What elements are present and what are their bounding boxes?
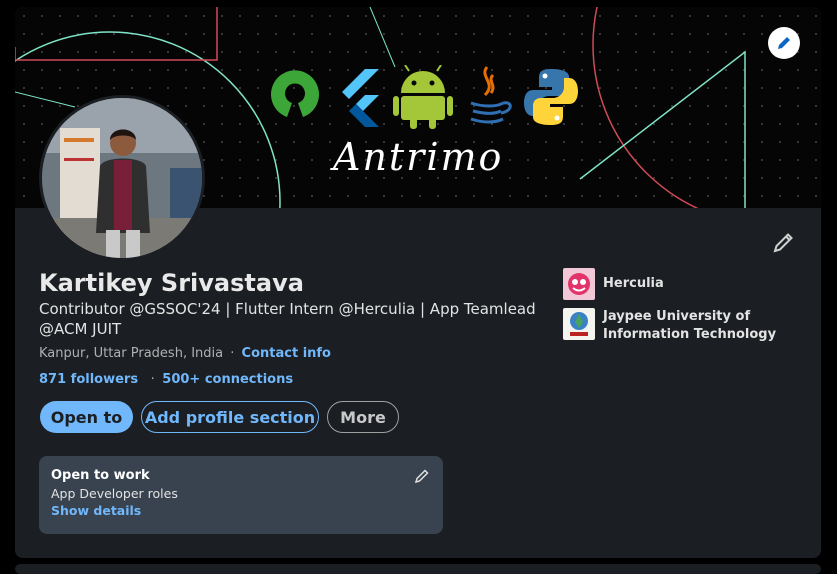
location-separator: · <box>230 346 235 361</box>
next-section-card <box>15 564 821 574</box>
open-to-work-card: Open to work App Developer roles Show de… <box>39 456 443 534</box>
profile-headline: Contributor @GSSOC'24 | Flutter Intern @… <box>39 300 536 338</box>
network-separator: · <box>150 372 155 387</box>
edit-banner-button[interactable] <box>768 27 800 59</box>
tech-logos <box>265 65 578 129</box>
android-icon <box>393 65 453 129</box>
profile-card: Antrimo Kartikey Srivastava Contributor … <box>15 7 821 558</box>
profile-avatar[interactable] <box>39 95 205 261</box>
org-juit[interactable]: Jaypee University of Information Technol… <box>563 308 783 344</box>
open-to-work-roles: App Developer roles <box>51 486 178 501</box>
show-details-link[interactable]: Show details <box>51 503 141 518</box>
add-profile-section-button[interactable]: Add profile section <box>141 401 319 433</box>
herculia-logo <box>563 268 595 300</box>
banner-signature: Antrimo <box>333 135 504 179</box>
profile-network: 871 followers · 500+ connections <box>39 372 293 387</box>
pencil-icon <box>778 37 790 49</box>
open-to-button[interactable]: Open to <box>40 401 133 433</box>
open-source-icon <box>271 70 319 117</box>
org-name: Jaypee University of Information Technol… <box>603 309 777 342</box>
followers-link[interactable]: 871 followers <box>39 372 138 387</box>
flutter-icon <box>342 69 379 127</box>
profile-location: Kanpur, Uttar Pradesh, India <box>39 346 224 361</box>
edit-open-to-work-pencil-icon[interactable] <box>414 468 430 484</box>
open-to-work-title: Open to work <box>51 468 150 483</box>
java-icon <box>470 66 512 124</box>
juit-logo <box>563 308 595 340</box>
profile-name: Kartikey Srivastava <box>39 269 304 297</box>
edit-profile-pencil-icon[interactable] <box>772 230 796 254</box>
org-name: Herculia <box>603 276 664 291</box>
more-button[interactable]: More <box>327 401 399 433</box>
contact-info-link[interactable]: Contact info <box>242 346 331 361</box>
profile-location-line: Kanpur, Uttar Pradesh, India · Contact i… <box>39 346 331 361</box>
connections-link[interactable]: 500+ connections <box>162 372 293 387</box>
python-icon <box>524 69 578 125</box>
org-herculia[interactable]: Herculia <box>563 268 783 300</box>
avatar-photo <box>42 98 202 258</box>
